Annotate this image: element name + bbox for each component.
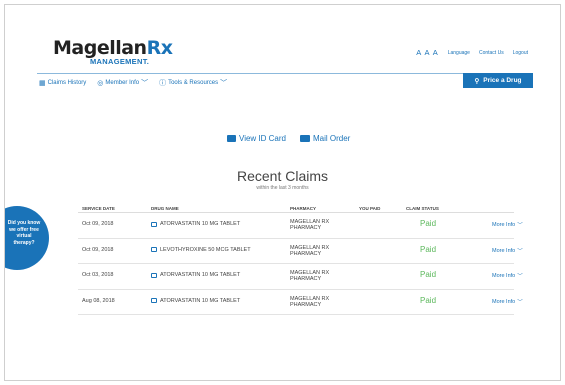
more-info-link[interactable]: More Info ﹀ (492, 247, 523, 255)
magellan-logo[interactable]: MagellanRx MANAGEMENT. (53, 37, 173, 66)
nav-member-info-label: Member Info (105, 80, 140, 86)
pill-info-icon (151, 272, 157, 278)
more-info-link[interactable]: More Info ﹀ (492, 221, 523, 229)
promo-line-1: Did you know (7, 220, 41, 226)
table-row: Aug 08, 2018 ATORVASTATIN 10 MG TABLET M… (78, 290, 523, 315)
drug-name-label: LEVOTHYROXINE 50 MCG TABLET (160, 246, 251, 253)
nav-tools-resources-label: Tools & Resources (168, 80, 219, 86)
recent-claims-title: Recent Claims (236, 168, 329, 184)
drug-name[interactable]: ATORVASTATIN 10 MG TABLET (151, 298, 240, 304)
header-pharmacy: PHARMACY (290, 206, 317, 211)
logo-brand-rx: Rx (146, 37, 173, 59)
more-info-label: More Info (492, 298, 516, 305)
service-date: Aug 08, 2018 (82, 297, 115, 304)
chevron-down-icon: ﹀ (517, 299, 523, 306)
contact-us-link[interactable]: Contact Us (479, 50, 504, 56)
pill-info-icon (151, 247, 157, 252)
pill-info-icon (151, 298, 157, 303)
drug-name-label: ATORVASTATIN 10 MG TABLET (160, 297, 241, 304)
nav-claims-history-label: Claims History (47, 80, 87, 86)
pharmacy-line-2: PHARMACY (290, 301, 322, 308)
language-link[interactable]: Language (448, 50, 470, 56)
main-nav: ▦ Claims History ◎ Member Info ﹀ ⓘ Tools… (37, 73, 533, 89)
chevron-down-icon: ﹀ (220, 80, 228, 87)
chevron-down-icon: ﹀ (517, 248, 523, 255)
claim-status: Paid (420, 270, 437, 279)
table-row: Oct 09, 2018 ATORVASTATIN 10 MG TABLET M… (78, 213, 523, 239)
mail-order-label: Mail Order (312, 134, 351, 143)
top-links: A A A Language Contact Us Logout (416, 48, 528, 57)
more-info-link[interactable]: More Info ﹀ (492, 272, 523, 280)
promo-line-4: therapy? (13, 239, 35, 246)
header-drug-name: DRUG NAME (151, 206, 179, 211)
search-icon: ⚲ (474, 77, 480, 85)
header-claim-status: CLAIM STATUS (406, 206, 439, 211)
drug-name[interactable]: ATORVASTATIN 10 MG TABLET (151, 272, 240, 278)
chevron-down-icon: ﹀ (517, 223, 523, 229)
quick-actions: View ID Card Mail Order (227, 134, 350, 143)
mail-order-link[interactable]: Mail Order (299, 134, 351, 143)
more-info-label: More Info (492, 273, 516, 279)
nav-tools-resources[interactable]: ⓘ Tools & Resources ﹀ (159, 78, 227, 88)
pharmacy: MAGELLAN RX PHARMACY (290, 219, 329, 231)
drug-name-label: ATORVASTATIN 10 MG TABLET (160, 221, 241, 227)
nav-claims-history[interactable]: ▦ Claims History (39, 78, 86, 88)
service-date: Oct 09, 2018 (82, 221, 114, 227)
nav-member-info[interactable]: ◎ Member Info ﹀ (97, 78, 148, 88)
pharmacy: MAGELLAN RX PHARMACY (290, 296, 329, 308)
pharmacy-line-2: PHARMACY (290, 276, 322, 282)
price-a-drug-button[interactable]: ⚲ Price a Drug (463, 73, 533, 88)
pharmacy-line-2: PHARMACY (290, 250, 322, 257)
header-you-paid: YOU PAID (359, 206, 381, 211)
virtual-therapy-promo[interactable]: Did you know we offer free virtual thera… (5, 206, 49, 270)
pill-info-icon (151, 221, 157, 227)
logo-subtitle: MANAGEMENT. (90, 57, 150, 66)
price-a-drug-label: Price a Drug (483, 77, 522, 84)
text-size-control[interactable]: A A A (416, 48, 439, 57)
claim-status: Paid (420, 244, 437, 254)
more-info-link[interactable]: More Info ﹀ (492, 298, 523, 306)
browser-frame: MagellanRx MANAGEMENT. A A A Language Co… (4, 4, 561, 381)
promo-line-2: we offer free (9, 226, 39, 233)
claim-status: Paid (420, 219, 437, 228)
user-icon: ◎ (97, 80, 104, 87)
table-row: Oct 03, 2018 ATORVASTATIN 10 MG TABLET M… (78, 264, 523, 290)
recent-claims-subtitle: within the last 3 months (256, 185, 309, 191)
service-date: Oct 09, 2018 (82, 246, 114, 253)
header-service-date: SERVICE DATE (82, 206, 115, 211)
calendar-icon: ▦ (39, 80, 46, 87)
id-card-icon (227, 135, 236, 142)
service-date: Oct 03, 2018 (82, 272, 114, 278)
logout-link[interactable]: Logout (513, 50, 528, 56)
drug-name[interactable]: ATORVASTATIN 10 MG TABLET (151, 221, 240, 227)
more-info-label: More Info (492, 247, 516, 254)
pharmacy-line-2: PHARMACY (290, 225, 322, 231)
promo-line-3: virtual (16, 233, 32, 239)
claim-status: Paid (420, 295, 437, 305)
help-icon: ⓘ (159, 80, 167, 87)
view-id-card-link[interactable]: View ID Card (227, 134, 286, 143)
table-row: Oct 09, 2018 LEVOTHYROXINE 50 MCG TABLET… (78, 239, 523, 264)
chevron-down-icon: ﹀ (141, 80, 149, 87)
logo-brand-main: Magellan (53, 37, 147, 59)
chevron-down-icon: ﹀ (517, 274, 523, 280)
pharmacy: MAGELLAN RX PHARMACY (290, 270, 329, 282)
drug-name-label: ATORVASTATIN 10 MG TABLET (160, 272, 241, 278)
mail-icon (299, 135, 310, 142)
claims-table-header: SERVICE DATE DRUG NAME PHARMACY YOU PAID… (78, 204, 514, 213)
more-info-label: More Info (492, 222, 516, 228)
drug-name[interactable]: LEVOTHYROXINE 50 MCG TABLET (151, 247, 251, 253)
claims-table: SERVICE DATE DRUG NAME PHARMACY YOU PAID… (78, 204, 523, 315)
pharmacy: MAGELLAN RX PHARMACY (290, 245, 329, 257)
view-id-card-label: View ID Card (239, 134, 286, 143)
logo-brand: MagellanRx (53, 37, 173, 59)
